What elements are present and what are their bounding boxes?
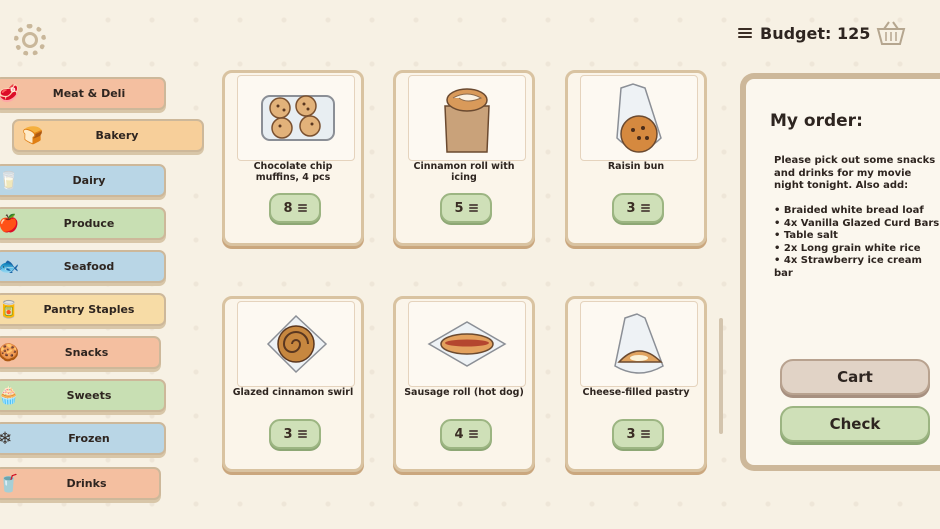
coins-icon: [468, 430, 478, 438]
coins-icon: [468, 204, 478, 212]
product-card[interactable]: Cheese-filled pastry 3: [565, 296, 707, 472]
category-sweets[interactable]: 🧁 Sweets: [0, 379, 166, 412]
product-image-muffins: [237, 75, 355, 161]
product-image-sausage-roll: [408, 301, 526, 387]
product-name: Sausage roll (hot dog): [404, 387, 524, 398]
pantry-icon: 🥫: [0, 300, 20, 320]
product-name: Chocolate chip muffins, 4 pcs: [253, 161, 333, 183]
category-meat-deli[interactable]: 🥩 Meat & Deli: [0, 77, 166, 110]
bread-icon: 🍞: [22, 126, 44, 146]
product-name: Raisin bun: [607, 161, 665, 172]
category-label: Frozen: [68, 432, 110, 445]
product-card[interactable]: Glazed cinnamon swirl 3: [222, 296, 364, 472]
category-drinks[interactable]: 🥤 Drinks: [0, 467, 161, 500]
product-name: Cinnamon roll with icing: [413, 161, 515, 183]
price-value: 3: [626, 426, 636, 442]
gear-icon[interactable]: [14, 24, 46, 56]
price-value: 8: [283, 200, 293, 216]
cupcake-icon: 🧁: [0, 386, 20, 406]
budget-label: Budget: 125: [760, 24, 871, 43]
category-frozen[interactable]: ❄ Frozen: [0, 422, 166, 455]
chips-icon: 🍪: [0, 343, 20, 363]
category-label: Drinks: [66, 477, 107, 490]
category-bakery[interactable]: 🍞 Bakery: [12, 119, 204, 152]
order-panel: My order: Please pick out some snacks an…: [740, 73, 940, 471]
product-name: Cheese-filled pastry: [582, 387, 690, 398]
order-title: My order:: [770, 111, 863, 131]
category-label: Snacks: [64, 346, 109, 359]
product-image-cinnamon-roll: [408, 75, 526, 161]
basket-icon[interactable]: [875, 20, 907, 46]
bottle-icon: 🥤: [0, 474, 20, 494]
category-produce[interactable]: 🍎 Produce: [0, 207, 166, 240]
product-card[interactable]: Cinnamon roll with icing 5: [393, 70, 535, 246]
milk-icon: 🥛: [0, 171, 20, 191]
product-card[interactable]: Chocolate chip muffins, 4 pcs 8: [222, 70, 364, 246]
category-pantry-staples[interactable]: 🥫 Pantry Staples: [0, 293, 166, 326]
price-button[interactable]: 4: [440, 419, 492, 449]
product-image-cheese-pastry: [580, 301, 698, 387]
check-button[interactable]: Check: [780, 406, 930, 442]
category-label: Seafood: [63, 260, 115, 273]
fish-icon: 🐟: [0, 257, 20, 277]
coins-icon: [640, 430, 650, 438]
coins-icon: [297, 204, 307, 212]
product-image-raisin-bun: [580, 75, 698, 161]
product-card[interactable]: Sausage roll (hot dog) 4: [393, 296, 535, 472]
price-button[interactable]: 3: [612, 419, 664, 449]
price-button[interactable]: 8: [269, 193, 321, 223]
price-button[interactable]: 3: [269, 419, 321, 449]
category-seafood[interactable]: 🐟 Seafood: [0, 250, 166, 283]
apple-icon: 🍎: [0, 214, 20, 234]
coins-icon: [640, 204, 650, 212]
price-value: 5: [454, 200, 464, 216]
order-request: Please pick out some snacks and drinks f…: [774, 155, 940, 279]
snowflake-icon: ❄: [0, 429, 13, 449]
price-value: 3: [283, 426, 293, 442]
category-snacks[interactable]: 🍪 Snacks: [0, 336, 161, 369]
product-card[interactable]: Raisin bun 3: [565, 70, 707, 246]
category-label: Produce: [63, 217, 115, 230]
scrollbar[interactable]: [719, 318, 723, 434]
price-value: 3: [626, 200, 636, 216]
category-label: Meat & Deli: [52, 87, 126, 100]
price-button[interactable]: 5: [440, 193, 492, 223]
cart-button[interactable]: Cart: [780, 359, 930, 395]
coins-icon: [738, 27, 752, 40]
budget-display: Budget: 125: [738, 24, 870, 43]
coins-icon: [297, 430, 307, 438]
meat-icon: 🥩: [0, 84, 20, 104]
product-name: Glazed cinnamon swirl: [232, 387, 354, 398]
price-button[interactable]: 3: [612, 193, 664, 223]
price-value: 4: [454, 426, 464, 442]
category-label: Pantry Staples: [43, 303, 135, 316]
category-label: Sweets: [66, 389, 112, 402]
category-dairy[interactable]: 🥛 Dairy: [0, 164, 166, 197]
product-image-cinnamon-swirl: [237, 301, 355, 387]
category-label: Dairy: [72, 174, 106, 187]
